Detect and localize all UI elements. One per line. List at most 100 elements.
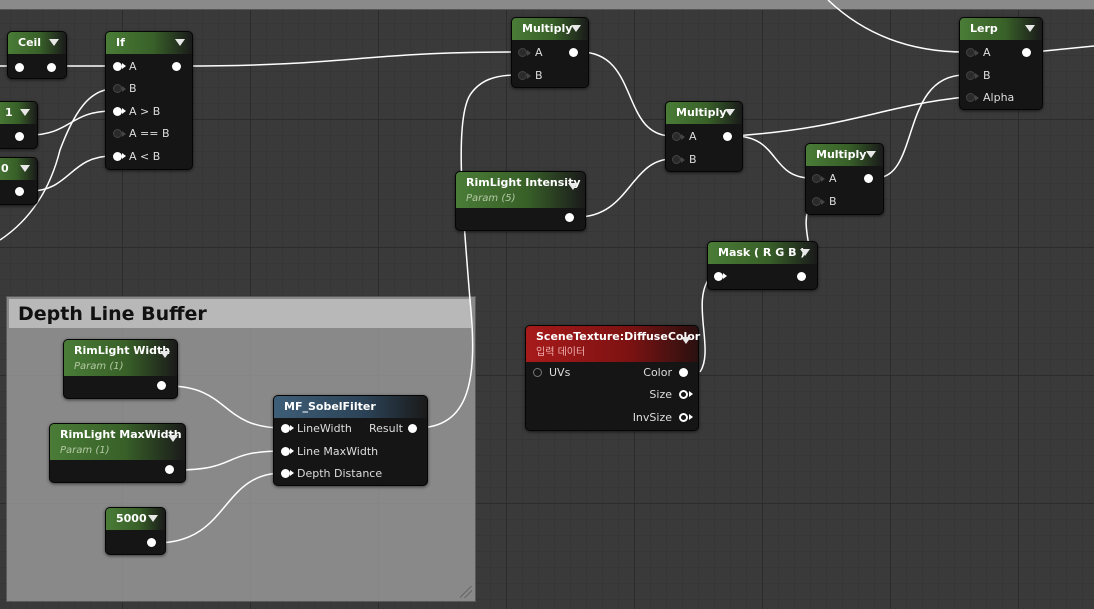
node-mask-rgb[interactable]: Mask ( R G B ) — [707, 241, 818, 290]
node-subtitle: Param (5) — [466, 193, 516, 204]
output-pin[interactable] — [15, 187, 24, 196]
input-pin-a[interactable] — [672, 132, 685, 141]
input-pin-b[interactable] — [113, 84, 126, 93]
node-multiply-1[interactable]: Multiply A B — [511, 17, 589, 88]
node-title: RimLight Width — [74, 344, 171, 357]
output-pin[interactable] — [15, 132, 24, 141]
input-pin-a[interactable] — [812, 174, 825, 183]
chevron-down-icon[interactable] — [571, 25, 581, 32]
wire-edge — [875, 74, 966, 179]
node-if[interactable]: If A B A > B A == B A < B — [105, 31, 193, 170]
node-title: SceneTexture:DiffuseColor — [536, 330, 701, 343]
output-pin[interactable] — [165, 465, 174, 474]
node-header[interactable]: Ceil — [8, 32, 66, 54]
node-subtitle: Param (1) — [74, 361, 124, 372]
input-pin-alpha[interactable] — [966, 93, 979, 102]
node-title: 0 — [1, 162, 9, 175]
input-pin[interactable] — [714, 272, 727, 281]
wire-edge — [699, 275, 712, 373]
node-header[interactable]: Lerp — [960, 18, 1042, 40]
node-header[interactable]: Multiply — [512, 18, 588, 40]
chevron-down-icon[interactable] — [20, 109, 30, 116]
node-header[interactable]: RimLight Width Param (1) — [64, 340, 177, 376]
wire-edge — [579, 51, 673, 137]
node-header[interactable]: Multiply — [806, 144, 883, 166]
input-pin-a[interactable] — [113, 62, 126, 71]
chevron-down-icon[interactable] — [49, 39, 59, 46]
node-header[interactable]: RimLight Intensity Param (5) — [456, 172, 585, 208]
input-pin-b[interactable] — [518, 71, 531, 80]
input-pin-depth-distance[interactable] — [281, 469, 294, 478]
pin-label: LineWidth — [297, 422, 352, 435]
node-mf-sobelfilter[interactable]: MF_SobelFilter LineWidth Line MaxWidth D… — [273, 395, 428, 486]
input-pin-a[interactable] — [518, 48, 531, 57]
node-ceil[interactable]: Ceil — [7, 31, 67, 79]
node-header[interactable]: 1 — [0, 102, 37, 124]
output-pin[interactable] — [565, 213, 574, 222]
node-header[interactable]: Multiply — [666, 102, 742, 124]
node-header[interactable]: If — [106, 32, 192, 54]
output-pin[interactable] — [569, 48, 578, 57]
input-pin-a[interactable] — [966, 48, 979, 57]
input-pin-linewidth[interactable] — [281, 424, 294, 433]
output-pin-color[interactable] — [679, 368, 688, 377]
input-pin-a-greater-b[interactable] — [113, 107, 126, 116]
wire-edge — [827, 0, 966, 53]
node-header[interactable]: MF_SobelFilter — [274, 396, 427, 418]
output-pin-invsize[interactable] — [679, 413, 693, 422]
output-pin[interactable] — [1022, 48, 1031, 57]
input-pin-a-equals-b[interactable] — [113, 129, 126, 138]
wire-edge — [415, 74, 518, 429]
input-pin-line-maxwidth[interactable] — [281, 447, 294, 456]
output-pin[interactable] — [47, 63, 56, 72]
chevron-down-icon[interactable] — [568, 183, 578, 190]
output-pin[interactable] — [797, 272, 806, 281]
input-pin-b[interactable] — [812, 197, 825, 206]
chevron-down-icon[interactable] — [725, 109, 735, 116]
pin-label: A < B — [129, 150, 161, 163]
input-pin-b[interactable] — [966, 71, 979, 80]
wire-edge — [733, 96, 966, 137]
chevron-down-icon[interactable] — [866, 151, 876, 158]
output-pin[interactable] — [864, 174, 873, 183]
pin-label: Line MaxWidth — [297, 445, 379, 458]
chevron-down-icon[interactable] — [148, 515, 158, 522]
node-constant-1[interactable]: 1 — [0, 101, 38, 149]
chevron-down-icon[interactable] — [800, 249, 810, 256]
chevron-down-icon[interactable] — [681, 337, 691, 344]
node-lerp[interactable]: Lerp A B Alpha — [959, 17, 1043, 110]
input-pin-a-less-b[interactable] — [113, 152, 126, 161]
node-title: Mask ( R G B ) — [718, 246, 806, 259]
output-pin[interactable] — [723, 132, 732, 141]
output-pin-size[interactable] — [679, 390, 693, 399]
node-multiply-2[interactable]: Multiply A B — [665, 101, 743, 172]
pin-label: A > B — [129, 105, 161, 118]
node-header[interactable]: RimLight MaxWidth Param (1) — [50, 424, 185, 460]
node-constant-0[interactable]: 0 — [0, 157, 38, 205]
chevron-down-icon[interactable] — [175, 39, 185, 46]
node-header[interactable]: SceneTexture:DiffuseColor 입력 데이터 — [526, 326, 701, 362]
output-pin[interactable] — [157, 381, 166, 390]
node-header[interactable]: 5000 — [106, 508, 165, 530]
node-scenetexture-diffusecolor[interactable]: SceneTexture:DiffuseColor 입력 데이터 UVs Col… — [525, 325, 701, 431]
input-pin[interactable] — [15, 63, 24, 72]
output-pin[interactable] — [147, 538, 156, 547]
output-pin[interactable] — [172, 62, 181, 71]
chevron-down-icon[interactable] — [160, 351, 170, 358]
wire-edge — [29, 155, 113, 192]
output-pin-result[interactable] — [408, 424, 417, 433]
pin-label: Depth Distance — [297, 467, 383, 480]
node-multiply-3[interactable]: Multiply A B — [805, 143, 884, 215]
node-header[interactable]: 0 — [0, 158, 37, 180]
chevron-down-icon[interactable] — [20, 165, 30, 172]
node-header[interactable]: Mask ( R G B ) — [708, 242, 817, 264]
chevron-down-icon[interactable] — [1025, 25, 1035, 32]
chevron-down-icon[interactable] — [168, 435, 178, 442]
node-rimlight-maxwidth[interactable]: RimLight MaxWidth Param (1) — [49, 423, 186, 483]
input-pin-b[interactable] — [672, 155, 685, 164]
node-rimlight-intensity[interactable]: RimLight Intensity Param (5) — [455, 171, 586, 231]
node-constant-5000[interactable]: 5000 — [105, 507, 166, 555]
input-pin-uvs[interactable] — [533, 368, 542, 377]
node-rimlight-width[interactable]: RimLight Width Param (1) — [63, 339, 178, 399]
node-title: Multiply — [816, 148, 867, 161]
